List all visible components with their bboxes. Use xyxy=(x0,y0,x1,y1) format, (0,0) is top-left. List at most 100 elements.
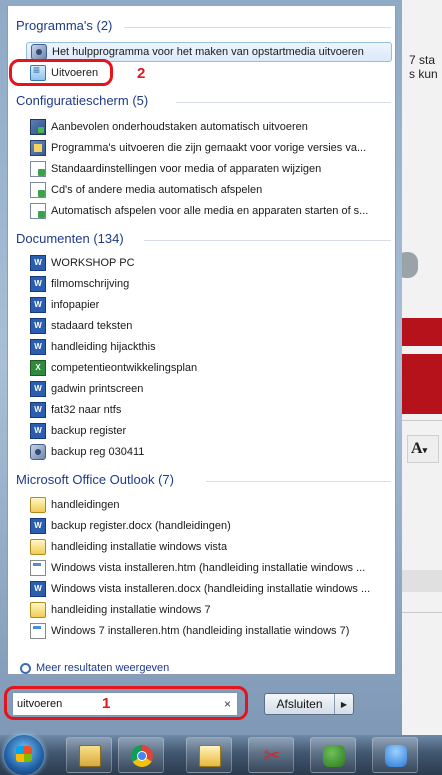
result-document[interactable]: backup register xyxy=(26,421,392,441)
shutdown-button[interactable]: Afsluiten xyxy=(265,694,335,714)
annotation-number: 2 xyxy=(137,65,146,82)
result-label: Standaardinstellingen voor media of appa… xyxy=(51,163,322,175)
background-divider xyxy=(400,612,442,613)
htm-file-icon xyxy=(30,623,46,639)
outlook-icon xyxy=(199,745,221,767)
recovery-media-icon xyxy=(31,44,47,60)
result-outlook[interactable]: handleiding installatie windows vista xyxy=(26,537,392,557)
word-doc-icon xyxy=(30,381,46,397)
result-label: Windows 7 installeren.htm (handleiding i… xyxy=(51,625,350,637)
result-label: Automatisch afspelen voor alle media en … xyxy=(51,205,369,217)
result-document[interactable]: WORKSHOP PC xyxy=(26,253,392,273)
background-app-text: 7 sta s kun xyxy=(409,53,438,81)
taskbar-users[interactable] xyxy=(310,737,356,773)
result-document[interactable]: fat32 naar ntfs xyxy=(26,400,392,420)
result-label: backup reg 030411 xyxy=(51,446,145,458)
result-label: backup register xyxy=(51,425,127,437)
result-outlook[interactable]: handleiding installatie windows 7 xyxy=(26,600,392,620)
start-menu: Programma's (2) Het hulpprogramma voor h… xyxy=(0,0,402,735)
word-doc-icon xyxy=(30,581,46,597)
result-label: handleidingen xyxy=(51,499,120,511)
result-label: handleiding hijackthis xyxy=(51,341,156,353)
result-document[interactable]: infopapier xyxy=(26,295,392,315)
chrome-icon xyxy=(131,745,153,767)
section-header-programs[interactable]: Programma's (2) xyxy=(16,18,112,33)
autoplay-icon xyxy=(30,161,46,177)
taskbar: ✂ xyxy=(0,735,442,775)
result-autoplay-cd[interactable]: Cd's of andere media automatisch afspele… xyxy=(26,180,392,200)
taskbar-outlook[interactable] xyxy=(186,737,232,773)
section-header-documents[interactable]: Documenten (134) xyxy=(16,231,124,246)
section-header-outlook[interactable]: Microsoft Office Outlook (7) xyxy=(16,472,174,487)
start-orb-icon[interactable] xyxy=(4,735,44,775)
more-results-link[interactable]: Meer resultaten weergeven xyxy=(20,662,169,674)
word-doc-icon xyxy=(30,402,46,418)
mail-icon xyxy=(30,497,46,513)
excel-doc-icon xyxy=(30,360,46,376)
divider xyxy=(206,481,391,482)
mail-icon xyxy=(30,539,46,555)
registry-file-icon xyxy=(30,444,46,460)
result-label: filmomschrijving xyxy=(51,278,130,290)
font-size-button: A▾ xyxy=(407,435,439,463)
result-label: Aanbevolen onderhoudstaken automatisch u… xyxy=(51,121,308,133)
background-text-line: 7 sta xyxy=(409,53,436,67)
result-label: Windows vista installeren.docx (handleid… xyxy=(51,583,371,595)
autoplay-icon xyxy=(30,203,46,219)
result-autoplay-defaults[interactable]: Standaardinstellingen voor media of appa… xyxy=(26,159,392,179)
result-document[interactable]: backup reg 030411 xyxy=(26,442,392,462)
search-icon xyxy=(20,662,31,674)
result-outlook[interactable]: handleidingen xyxy=(26,495,392,515)
divider xyxy=(124,27,391,28)
result-label: backup register.docx (handleidingen) xyxy=(51,520,231,532)
word-doc-icon xyxy=(30,423,46,439)
taskbar-messenger[interactable] xyxy=(372,737,418,773)
result-label: Windows vista installeren.htm (handleidi… xyxy=(51,562,366,574)
result-label: stadaard teksten xyxy=(51,320,133,332)
result-outlook[interactable]: Windows vista installeren.htm (handleidi… xyxy=(26,558,392,578)
result-document[interactable]: stadaard teksten xyxy=(26,316,392,336)
annotation-number: 1 xyxy=(102,695,111,712)
result-label: handleiding installatie windows 7 xyxy=(51,604,211,616)
word-doc-icon xyxy=(30,339,46,355)
mail-icon xyxy=(30,602,46,618)
word-doc-icon xyxy=(30,255,46,271)
annotation-box-run xyxy=(9,59,113,86)
program-compat-icon xyxy=(30,140,46,156)
shutdown-options-arrow-icon[interactable]: ▶ xyxy=(335,694,353,714)
folder-icon xyxy=(79,745,101,767)
result-program-compat[interactable]: Programma's uitvoeren die zijn gemaakt v… xyxy=(26,138,392,158)
divider xyxy=(144,240,391,241)
word-doc-icon xyxy=(30,276,46,292)
result-label: Programma's uitvoeren die zijn gemaakt v… xyxy=(51,142,367,154)
annotation-box-search xyxy=(4,686,248,720)
htm-file-icon xyxy=(30,560,46,576)
section-header-control-panel[interactable]: Configuratiescherm (5) xyxy=(16,93,148,108)
users-icon xyxy=(323,745,345,767)
taskbar-chrome[interactable] xyxy=(118,737,164,773)
result-label: Cd's of andere media automatisch afspele… xyxy=(51,184,263,196)
taskbar-explorer[interactable] xyxy=(66,737,112,773)
result-maintenance[interactable]: Aanbevolen onderhoudstaken automatisch u… xyxy=(26,117,392,137)
word-doc-icon xyxy=(30,518,46,534)
result-label: infopapier xyxy=(51,299,100,311)
result-label: Het hulpprogramma voor het maken van ops… xyxy=(52,46,364,58)
result-outlook[interactable]: Windows 7 installeren.htm (handleiding i… xyxy=(26,621,392,641)
result-document[interactable]: gadwin printscreen xyxy=(26,379,392,399)
result-document[interactable]: handleiding hijackthis xyxy=(26,337,392,357)
taskbar-snipping-tool[interactable]: ✂ xyxy=(248,737,294,773)
scissors-icon: ✂ xyxy=(263,745,281,767)
background-red-band xyxy=(400,318,442,346)
search-results-pane: Programma's (2) Het hulpprogramma voor h… xyxy=(7,6,396,675)
word-doc-icon xyxy=(30,318,46,334)
result-label: fat32 naar ntfs xyxy=(51,404,122,416)
result-document[interactable]: filmomschrijving xyxy=(26,274,392,294)
result-autoplay-all[interactable]: Automatisch afspelen voor alle media en … xyxy=(26,201,392,221)
result-outlook[interactable]: backup register.docx (handleidingen) xyxy=(26,516,392,536)
background-gray-band xyxy=(400,570,442,592)
word-doc-icon xyxy=(30,297,46,313)
result-outlook[interactable]: Windows vista installeren.docx (handleid… xyxy=(26,579,392,599)
result-document[interactable]: competentieontwikkelingsplan xyxy=(26,358,392,378)
result-label: gadwin printscreen xyxy=(51,383,144,395)
messenger-icon xyxy=(385,745,407,767)
